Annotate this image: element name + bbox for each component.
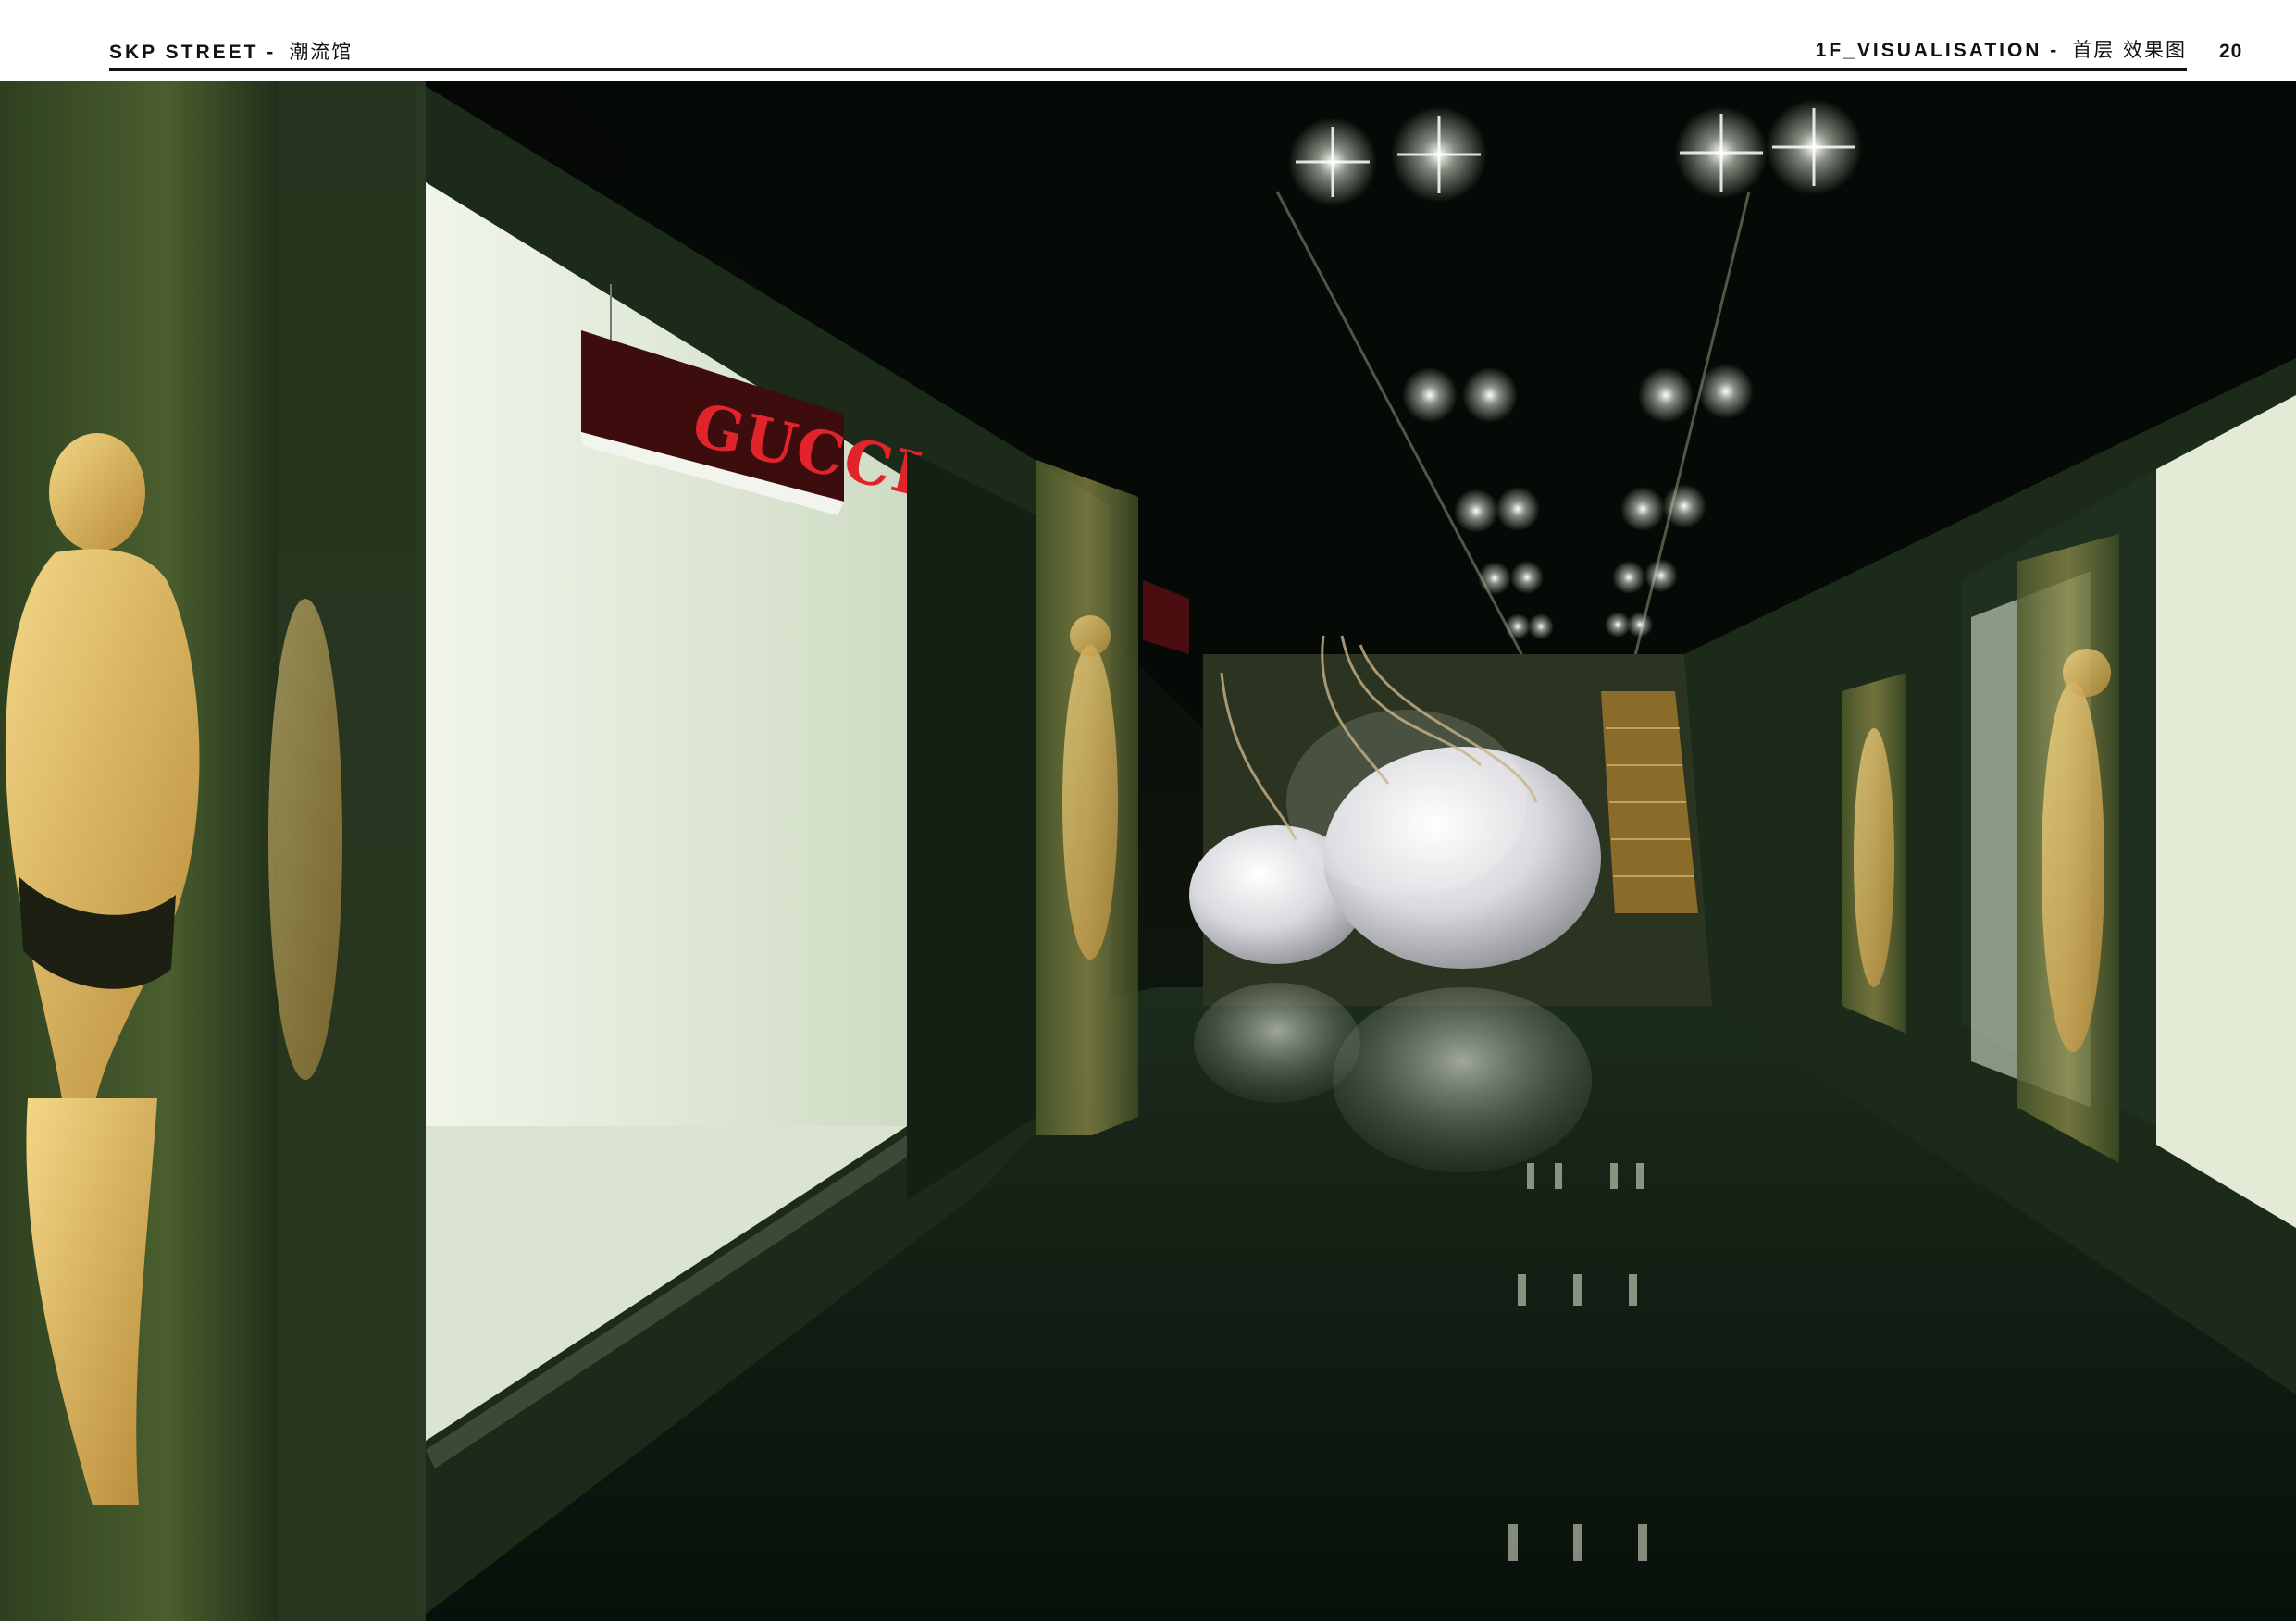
project-title-en: SKP STREET - [109,42,277,63]
pier-left-1 [907,451,1036,1200]
header-rule [109,68,2187,71]
section-title-cn: 首层 效果图 [2072,39,2187,61]
shopfront-right [2156,395,2296,1228]
mannequin-left-mid [1062,645,1118,960]
sphere-glass-shell [1286,710,1527,895]
project-title: SKP STREET - 潮流馆 [109,37,353,65]
mannequin-right [2042,682,2104,1052]
corridor-rendering: GUCCI [0,81,2296,1621]
visualisation-render: GUCCI [0,81,2296,1621]
page-number: 20 [2219,41,2243,62]
page-header: SKP STREET - 潮流馆 1F_VISUALISATION - 首层 效果图… [0,0,2296,80]
foreground-mannequin-ghost [268,599,342,1080]
project-title-cn: 潮流馆 [289,41,354,63]
mannequin-left-mid-head [1070,615,1111,656]
sphere-large-reflection [1333,987,1592,1172]
section-title: 1F_VISUALISATION - 首层 效果图 [1816,35,2187,63]
mannequin-right-far [1854,728,1894,987]
mannequin-right-head [2063,649,2111,697]
section-title-en: 1F_VISUALISATION - [1815,40,2060,61]
